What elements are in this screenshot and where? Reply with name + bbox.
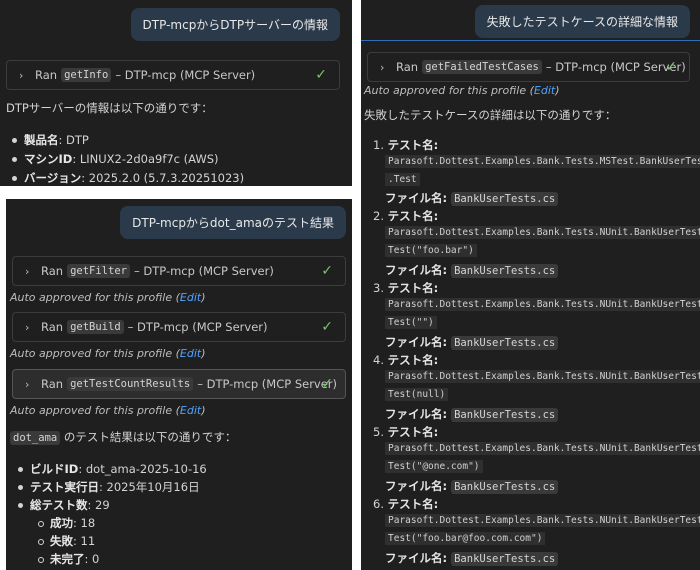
list-item: 製品名: DTP [12, 133, 89, 147]
case-item: 5. テスト名: [373, 425, 439, 439]
chat-panel-failed-cases: 失敗したテストケースの詳細な情報 › Ran getFailedTestCase… [361, 0, 700, 570]
file-name-row: ファイル名: BankUserTests.cs [385, 478, 559, 494]
tool-server: – DTP-mcp (MCP Server) [133, 264, 274, 278]
user-message-bubble: DTP-mcpからDTPサーバーの情報 [130, 8, 340, 41]
check-icon: ✓ [665, 59, 677, 75]
tool-name: getFilter [67, 264, 130, 278]
test-name-line: Test("foo.bar") [385, 244, 477, 257]
sub-list-item: 未完了: 0 [37, 552, 100, 566]
chevron-right-icon: › [25, 264, 30, 278]
tool-server: – DTP-mcp (MCP Server) [197, 377, 338, 391]
case-item: 2. テスト名: [373, 209, 439, 223]
tool-name: getFailedTestCases [422, 60, 542, 74]
edit-link[interactable]: Edit [180, 404, 201, 417]
file-name-row: ファイル名: BankUserTests.cs [385, 262, 559, 278]
test-name-line: Parasoft.Dottest.Examples.Bank.Tests.NUn… [385, 226, 700, 239]
test-name-line: Parasoft.Dottest.Examples.Bank.Tests.NUn… [385, 442, 700, 455]
sub-list-item: 成功: 18 [37, 516, 96, 530]
test-name-line: Test("foo.bar@foo.com.com") [385, 532, 546, 545]
chat-panel-dtp-info: DTP-mcpからDTPサーバーの情報 › Ran getInfo – DTP-… [0, 0, 352, 186]
case-item: 3. テスト名: [373, 281, 439, 295]
tool-name: getInfo [61, 68, 112, 82]
test-name-line: Parasoft.Dottest.Examples.Bank.Tests.MST… [385, 155, 700, 168]
tool-ran-label: Ran [41, 264, 64, 278]
auto-approved-note: Auto approved for this profile (Edit) [364, 84, 560, 97]
list-item: テスト実行日: 2025年10月16日 [18, 480, 200, 494]
test-name-line: Parasoft.Dottest.Examples.Bank.Tests.NUn… [385, 370, 700, 383]
edit-link[interactable]: Edit [534, 84, 555, 97]
tool-ran-label: Ran [41, 320, 64, 334]
file-name-row: ファイル名: BankUserTests.cs [385, 550, 559, 566]
case-item: 4. テスト名: [373, 353, 439, 367]
auto-approved-note: Auto approved for this profile (Edit) [10, 347, 206, 360]
file-name-row: ファイル名: BankUserTests.cs [385, 190, 559, 206]
tool-name: getBuild [67, 320, 124, 334]
divider [361, 40, 700, 41]
tool-ran-label: Ran [35, 68, 58, 82]
chevron-right-icon: › [25, 377, 30, 391]
check-icon: ✓ [321, 376, 333, 392]
tool-ran-label: Ran [396, 60, 419, 74]
tool-call-getinfo[interactable]: › Ran getInfo – DTP-mcp (MCP Server) ✓ [6, 60, 340, 90]
list-item: マシンID: LINUX2-2d0a9f7c (AWS) [12, 152, 219, 166]
user-message-bubble: 失敗したテストケースの詳細な情報 [474, 5, 690, 38]
edit-link[interactable]: Edit [180, 347, 201, 360]
user-message-bubble: DTP-mcpからdot_amaのテスト結果 [120, 206, 346, 239]
auto-approved-note: Auto approved for this profile (Edit) [10, 291, 206, 304]
edit-link[interactable]: Edit [180, 291, 201, 304]
file-name-row: ファイル名: BankUserTests.cs [385, 406, 559, 422]
test-name-line: Test("") [385, 316, 437, 329]
tool-call-getfilter[interactable]: › Ran getFilter – DTP-mcp (MCP Server) ✓ [12, 256, 346, 286]
check-icon: ✓ [315, 67, 327, 83]
test-name-line: Parasoft.Dottest.Examples.Bank.Tests.NUn… [385, 514, 700, 527]
tool-server: – DTP-mcp (MCP Server) [115, 68, 256, 82]
file-name-row: ファイル名: BankUserTests.cs [385, 334, 559, 350]
test-name-line: Test("@one.com") [385, 460, 483, 473]
check-icon: ✓ [321, 263, 333, 279]
test-name-line: .Test [385, 173, 420, 186]
response-intro: DTPサーバーの情報は以下の通りです： [6, 101, 213, 115]
tool-server: – DTP-mcp (MCP Server) [127, 320, 268, 334]
test-name-line: Parasoft.Dottest.Examples.Bank.Tests.NUn… [385, 298, 700, 311]
chevron-right-icon: › [25, 320, 30, 334]
response-intro: dot_ama のテスト結果は以下の通りです： [10, 429, 236, 445]
auto-approved-note: Auto approved for this profile (Edit) [10, 404, 206, 417]
case-item: 1. テスト名: [373, 138, 439, 152]
chat-panel-test-results: DTP-mcpからdot_amaのテスト結果 › Ran getFilter –… [6, 199, 352, 570]
check-icon: ✓ [321, 319, 333, 335]
tool-call-gettestcountresults[interactable]: › Ran getTestCountResults – DTP-mcp (MCP… [12, 369, 346, 399]
test-name-line: Test(null) [385, 388, 449, 401]
tool-call-getfailedtestcases[interactable]: › Ran getFailedTestCases – DTP-mcp (MCP … [367, 52, 690, 82]
chevron-right-icon: › [19, 68, 24, 82]
response-intro: 失敗したテストケースの詳細は以下の通りです： [364, 108, 617, 122]
list-item: バージョン: 2025.2.0 (5.7.3.20251023) [11, 171, 245, 185]
tool-name: getTestCountResults [67, 377, 194, 391]
chevron-right-icon: › [380, 60, 385, 74]
list-item: ビルドID: dot_ama-2025-10-16 [18, 462, 207, 476]
list-item: 総テスト数: 29 [18, 498, 110, 512]
tool-call-getbuild[interactable]: › Ran getBuild – DTP-mcp (MCP Server) ✓ [12, 312, 346, 342]
case-item: 6. テスト名: [373, 497, 439, 511]
tool-ran-label: Ran [41, 377, 64, 391]
sub-list-item: 失敗: 11 [37, 534, 96, 548]
